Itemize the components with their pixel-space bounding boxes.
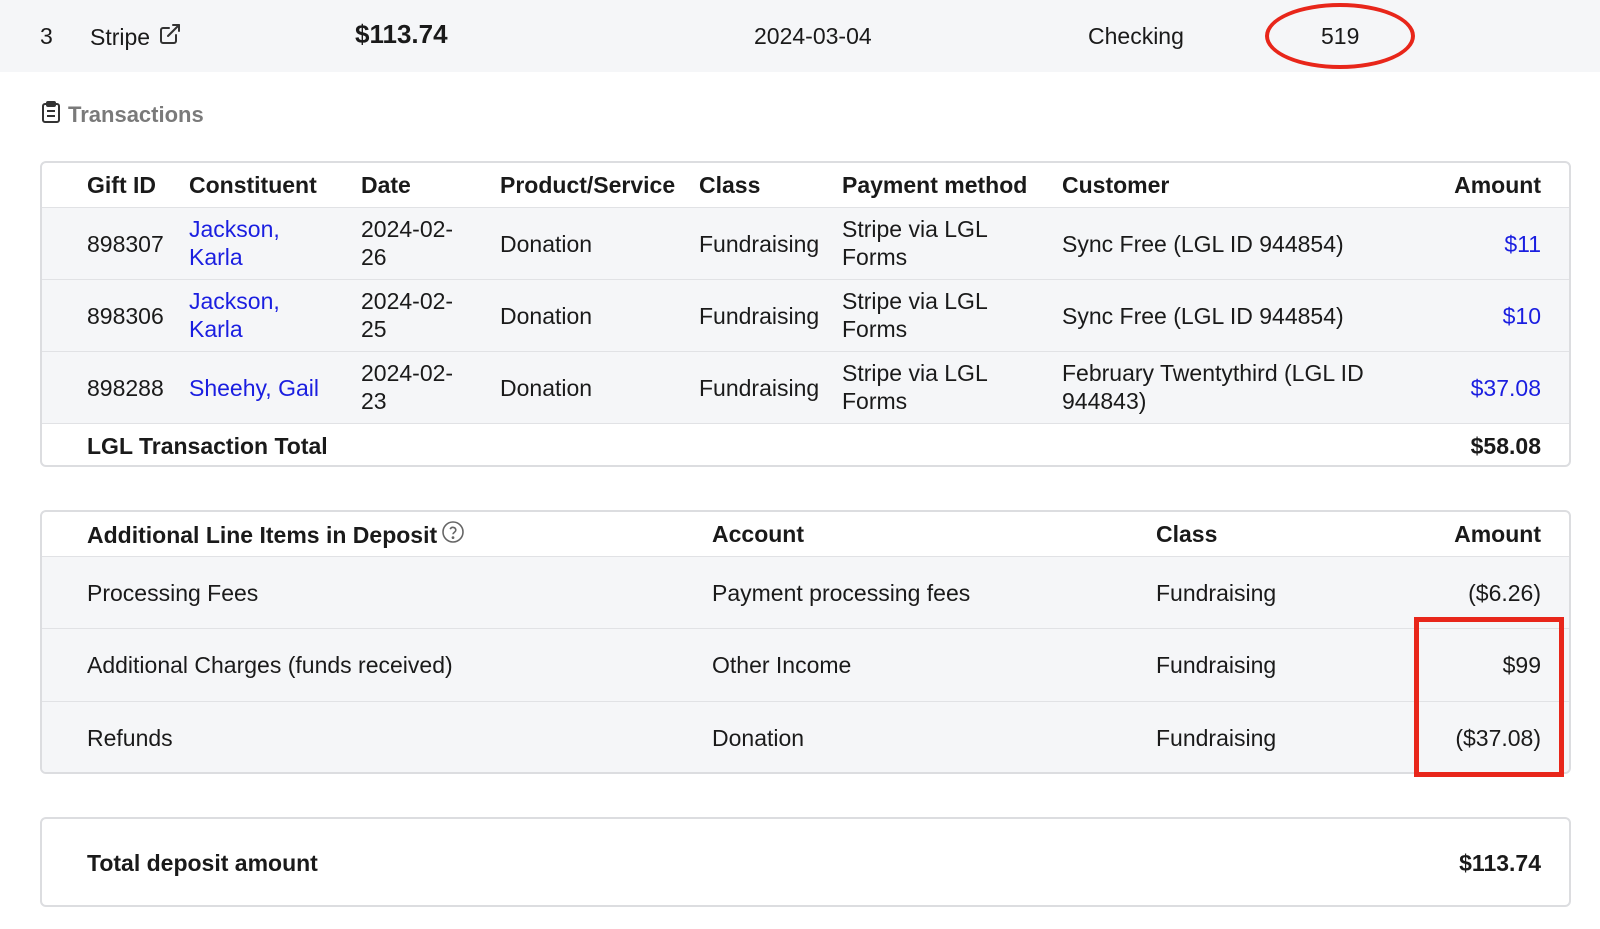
amount-link[interactable]: $37.08 bbox=[1471, 374, 1541, 402]
amount-link[interactable]: $10 bbox=[1503, 302, 1541, 330]
help-icon[interactable] bbox=[441, 520, 465, 550]
line-amount: ($6.26) bbox=[1468, 580, 1541, 606]
deposit-amount: $113.74 bbox=[355, 19, 448, 49]
header-constituent: Constituent bbox=[189, 172, 317, 198]
date-line: 25 bbox=[361, 316, 387, 342]
section-title: Transactions bbox=[40, 100, 204, 130]
class: Fundraising bbox=[699, 303, 820, 329]
gift-id: 898288 bbox=[87, 375, 164, 401]
deposit-source-label: Stripe bbox=[90, 24, 151, 50]
constituent-line: Karla bbox=[189, 316, 243, 342]
header-date: Date bbox=[361, 172, 411, 198]
header-item: Additional Line Items in Deposit bbox=[87, 520, 465, 550]
table-header: Additional Line Items in Deposit Account… bbox=[42, 512, 1569, 556]
payment-line: Forms bbox=[842, 244, 908, 270]
annotation-circle bbox=[1265, 3, 1415, 69]
table-header: Gift ID Constituent Date Product/Service… bbox=[42, 163, 1569, 207]
additional-items-table: Additional Line Items in Deposit Account… bbox=[40, 510, 1571, 774]
customer: Sync Free (LGL ID 944854) bbox=[1062, 303, 1344, 329]
header-gift-id: Gift ID bbox=[87, 172, 156, 198]
line-item: Processing Fees bbox=[87, 580, 259, 606]
customer-line: 944843) bbox=[1062, 388, 1147, 414]
gift-id: 898306 bbox=[87, 303, 164, 329]
class: Fundraising bbox=[699, 231, 820, 257]
date-line: 2024-02- bbox=[361, 360, 454, 386]
header-amount: Amount bbox=[1454, 521, 1541, 547]
payment-line: Forms bbox=[842, 388, 908, 414]
gift-date: 2024-02- 23 bbox=[361, 359, 453, 415]
header-account: Account bbox=[712, 521, 804, 547]
header-product: Product/Service bbox=[500, 172, 676, 198]
amount-link[interactable]: $11 bbox=[1504, 230, 1541, 258]
section-title-label: Transactions bbox=[68, 102, 204, 127]
deposit-total-value: $113.74 bbox=[1459, 850, 1541, 876]
external-link-icon[interactable] bbox=[158, 22, 182, 52]
clipboard-icon bbox=[40, 100, 62, 130]
constituent-line: Karla bbox=[189, 244, 243, 270]
customer: Sync Free (LGL ID 944854) bbox=[1062, 231, 1344, 257]
class: Fundraising bbox=[699, 375, 820, 401]
line-account: Donation bbox=[712, 725, 805, 751]
constituent-line: Jackson, bbox=[189, 216, 280, 242]
header-payment-method: Payment method bbox=[842, 172, 1028, 198]
table-row: Additional Charges (funds received) Othe… bbox=[42, 628, 1569, 701]
date-line: 2024-02- bbox=[361, 216, 454, 242]
table-row: Processing Fees Payment processing fees … bbox=[42, 556, 1569, 628]
product: Donation bbox=[500, 375, 593, 401]
constituent-link[interactable]: Jackson, Karla bbox=[189, 215, 280, 271]
header-amount: Amount bbox=[1454, 172, 1541, 198]
table-row: 898288 Sheehy, Gail 2024-02- 23 Donation… bbox=[42, 351, 1569, 423]
line-account: Other Income bbox=[712, 652, 852, 678]
customer: February Twentythird (LGL ID 944843) bbox=[1062, 359, 1364, 415]
constituent-line: Jackson, bbox=[189, 288, 280, 314]
payment-method: Stripe via LGL Forms bbox=[842, 287, 988, 343]
gift-id: 898307 bbox=[87, 231, 164, 257]
payment-method: Stripe via LGL Forms bbox=[842, 215, 988, 271]
constituent-link[interactable]: Jackson, Karla bbox=[189, 287, 280, 343]
line-account: Payment processing fees bbox=[712, 580, 971, 606]
product: Donation bbox=[500, 231, 593, 257]
date-line: 23 bbox=[361, 388, 387, 414]
line-class: Fundraising bbox=[1156, 580, 1277, 606]
customer-line: February Twentythird (LGL ID bbox=[1062, 360, 1364, 386]
deposit-date: 2024-03-04 bbox=[754, 23, 872, 49]
payment-method: Stripe via LGL Forms bbox=[842, 359, 988, 415]
deposit-source[interactable]: Stripe bbox=[90, 22, 182, 52]
table-row: Refunds Donation Fundraising ($37.08) bbox=[42, 701, 1569, 772]
payment-line: Stripe via LGL bbox=[842, 288, 988, 314]
constituent-link[interactable]: Sheehy, Gail bbox=[189, 374, 319, 402]
header-item-label: Additional Line Items in Deposit bbox=[87, 522, 438, 548]
date-line: 26 bbox=[361, 244, 387, 270]
payment-line: Stripe via LGL bbox=[842, 216, 988, 242]
header-class: Class bbox=[699, 172, 761, 198]
total-label: LGL Transaction Total bbox=[87, 433, 328, 459]
deposit-total-label: Total deposit amount bbox=[87, 850, 318, 876]
deposit-total-card: Total deposit amount $113.74 bbox=[40, 817, 1571, 907]
gift-date: 2024-02- 26 bbox=[361, 215, 453, 271]
line-item: Additional Charges (funds received) bbox=[87, 652, 453, 678]
date-line: 2024-02- bbox=[361, 288, 454, 314]
payment-line: Stripe via LGL bbox=[842, 360, 988, 386]
table-total-row: LGL Transaction Total $58.08 bbox=[42, 423, 1569, 465]
product: Donation bbox=[500, 303, 593, 329]
line-class: Fundraising bbox=[1156, 652, 1277, 678]
line-item: Refunds bbox=[87, 725, 173, 751]
header-customer: Customer bbox=[1062, 172, 1170, 198]
transactions-table: Gift ID Constituent Date Product/Service… bbox=[40, 161, 1571, 467]
deposit-account: Checking bbox=[1088, 23, 1184, 49]
annotation-rectangle bbox=[1414, 617, 1564, 777]
total-value: $58.08 bbox=[1470, 433, 1541, 459]
table-row: 898306 Jackson, Karla 2024-02- 25 Donati… bbox=[42, 279, 1569, 351]
payment-line: Forms bbox=[842, 316, 908, 342]
deposit-summary-row: 3 Stripe $113.74 2024-03-04 Checking 519 bbox=[0, 0, 1600, 72]
table-row: 898307 Jackson, Karla 2024-02- 26 Donati… bbox=[42, 207, 1569, 279]
line-class: Fundraising bbox=[1156, 725, 1277, 751]
header-class: Class bbox=[1156, 521, 1218, 547]
row-number: 3 bbox=[40, 23, 53, 49]
gift-date: 2024-02- 25 bbox=[361, 287, 453, 343]
